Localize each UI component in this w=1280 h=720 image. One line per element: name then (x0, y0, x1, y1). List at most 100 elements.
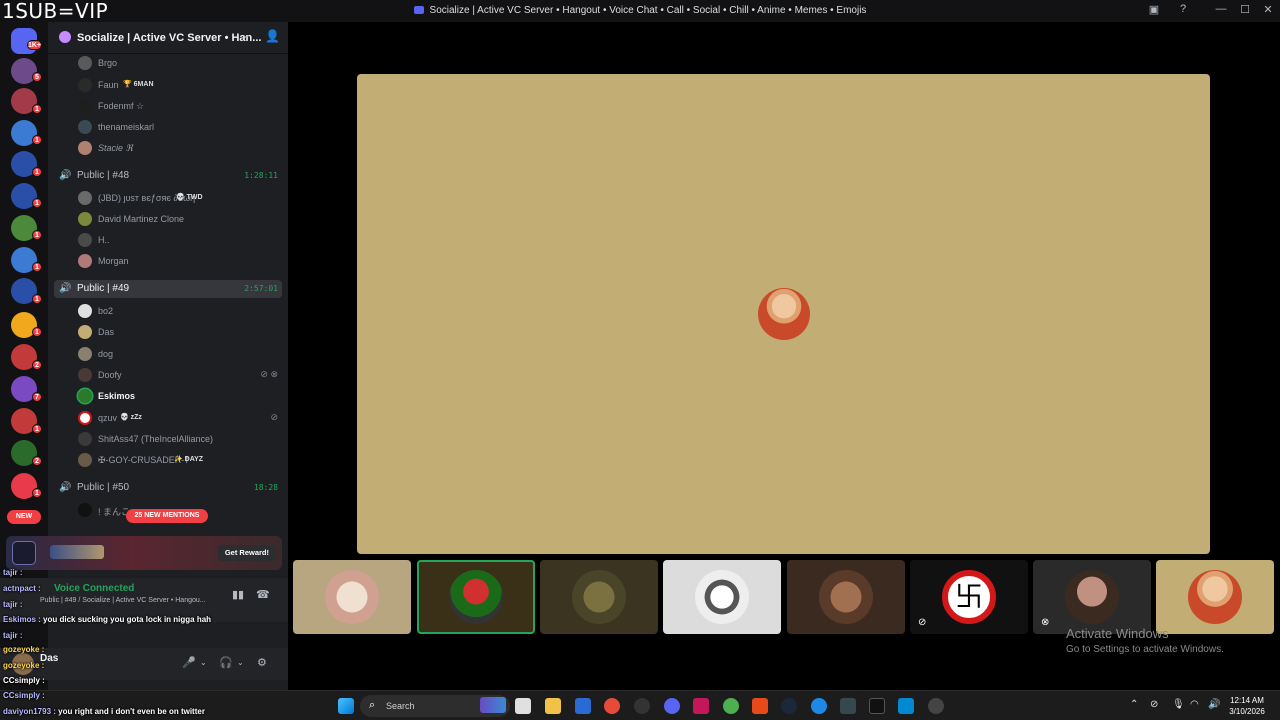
voice-user[interactable]: Stacie ℜ (76, 140, 282, 158)
user-tag: ✨ DAYZ (174, 456, 204, 463)
voice-user[interactable]: dog (76, 346, 282, 364)
participant-tile[interactable] (1156, 560, 1274, 634)
steam-icon[interactable] (781, 698, 797, 714)
maximize-button[interactable]: ☐ (1237, 3, 1253, 16)
new-mentions-pill[interactable]: 25 NEW MENTIONS (126, 509, 208, 523)
muted-icon: ⊘ (270, 412, 278, 422)
voice-user[interactable]: (JBD) ȷυsт вєƒσяє ∂αωη 💀 TWD (76, 190, 282, 208)
voice-user[interactable]: qzuv 💀 zZz ⊘ (76, 410, 282, 428)
voice-user[interactable]: Das (76, 324, 282, 342)
widgets-icon[interactable] (480, 697, 506, 713)
signal-icon[interactable]: ▮▮ (232, 588, 244, 601)
voice-user[interactable]: ShitAss47 (TheIncelAlliance) (76, 431, 282, 449)
voice-user-speaking[interactable]: Eskimos (76, 388, 282, 406)
voice-user[interactable]: Doofy ⊘ ⊗ (76, 367, 282, 385)
avatar (78, 254, 92, 268)
server-badge: 2 (32, 360, 42, 370)
server-badge: 1 (32, 198, 42, 208)
voice-user[interactable]: bo2 (76, 303, 282, 321)
obs-icon[interactable] (634, 698, 650, 714)
terminal-icon[interactable] (869, 698, 885, 714)
inbox-icon[interactable]: ▣ (1146, 3, 1162, 16)
avatar (78, 233, 92, 247)
chevron-down-icon[interactable]: ⌄ (242, 30, 250, 41)
chevron-down-icon[interactable]: ⌄ (237, 658, 244, 667)
voice-channel-49[interactable]: 🔊 Public | #49 2:57:01 (54, 280, 282, 298)
app-icon[interactable] (898, 698, 914, 714)
server-icon (59, 31, 71, 43)
user-panel: Das 🎤 ⌄ 🎧 ⌄ ⚙ (0, 648, 288, 680)
channel-name: Public | #50 (77, 482, 130, 493)
user-tag: 💀 zZz (120, 414, 142, 421)
app-icon[interactable] (928, 698, 944, 714)
participant-tile[interactable]: ⊗ (1033, 560, 1151, 634)
headphones-icon[interactable]: 🎧 (219, 656, 233, 669)
promo-logo (50, 545, 104, 559)
voice-status[interactable]: Voice Connected (54, 583, 134, 594)
username: bo2 (98, 306, 114, 316)
participant-tile[interactable] (293, 560, 411, 634)
participant-tile[interactable]: 卐 ⊘ (910, 560, 1028, 634)
invite-people-icon[interactable]: 👤 (265, 29, 280, 43)
microphone-icon[interactable]: 🎙 (1172, 699, 1185, 710)
voice-user[interactable]: ✠-GOY-CRUSADER-☨ ✨ DAYZ (76, 452, 282, 470)
server-header[interactable]: Socialize | Active VC Server • Han... ⌄ … (48, 22, 288, 54)
username: thenameiskarl (98, 122, 155, 132)
activate-subtext: Go to Settings to activate Windows. (1066, 644, 1224, 655)
speaker-icon: 🔊 (59, 170, 72, 181)
voice-user[interactable]: H.. (76, 232, 282, 250)
taskbar-clock[interactable]: 12:14 AM 3/10/2026 (1224, 695, 1270, 717)
avatar (449, 570, 503, 624)
voice-channel-info[interactable]: Public | #49 / Socialize | Active VC Ser… (40, 597, 206, 604)
voice-channel-50[interactable]: 🔊 Public | #50 18:28 (54, 479, 282, 497)
disconnect-icon[interactable]: ☎ (256, 588, 270, 601)
volume-icon[interactable]: 🔊 (1208, 699, 1220, 710)
app-icon[interactable] (840, 698, 856, 714)
minimize-button[interactable]: — (1213, 3, 1229, 15)
avatar (78, 325, 92, 339)
windows-taskbar: ⌕ Search ⌃ ⊘ 🎙 ◠ 🔊 12:14 AM 3/10/2026 (0, 690, 1280, 720)
tray-chevron-up-icon[interactable]: ⌃ (1130, 699, 1138, 710)
participant-tile[interactable] (540, 560, 658, 634)
edge-icon[interactable] (811, 698, 827, 714)
server-badge: 1 (32, 294, 42, 304)
store-icon[interactable] (575, 698, 591, 714)
voice-channel-48[interactable]: 🔊 Public | #48 1:28:11 (54, 167, 282, 185)
app-icon[interactable] (752, 698, 768, 714)
avatar[interactable] (12, 653, 34, 675)
close-button[interactable]: ✕ (1260, 3, 1276, 16)
promo-image (12, 541, 36, 565)
focused-participant-stage[interactable] (357, 74, 1210, 554)
app-icon[interactable] (693, 698, 709, 714)
voice-user[interactable]: Fodenmf ☆ (76, 98, 282, 116)
network-off-icon[interactable]: ⊘ (1150, 699, 1158, 710)
voice-user[interactable]: Morgan (76, 253, 282, 271)
microphone-icon[interactable]: 🎤 (182, 656, 196, 669)
file-explorer-icon[interactable] (545, 698, 561, 714)
settings-gear-icon[interactable]: ⚙ (257, 656, 267, 669)
new-pill[interactable]: NEW (7, 510, 41, 524)
voice-user[interactable]: thenameiskarl (76, 119, 282, 137)
chevron-down-icon[interactable]: ⌄ (200, 658, 207, 667)
participant-tile[interactable] (663, 560, 781, 634)
start-menu-icon[interactable] (338, 698, 354, 714)
participant-tile[interactable] (787, 560, 905, 634)
avatar (78, 432, 92, 446)
voice-user[interactable]: Brgo (76, 55, 282, 73)
avatar (78, 212, 92, 226)
avatar (78, 368, 92, 382)
participant-tile-speaking[interactable] (417, 560, 535, 634)
promo-banner: Get Reward! (6, 536, 282, 570)
help-icon[interactable]: ? (1175, 3, 1191, 15)
channel-timer: 2:57:01 (244, 284, 278, 293)
discord-icon[interactable] (664, 698, 680, 714)
task-view-icon[interactable] (515, 698, 531, 714)
browser-icon[interactable] (723, 698, 739, 714)
voice-user[interactable]: David Martinez Clone (76, 211, 282, 229)
channel-name: Public | #49 (77, 283, 130, 294)
chrome-icon[interactable] (604, 698, 620, 714)
voice-user[interactable]: Faun 🏆 6MAN (76, 77, 282, 95)
get-reward-button[interactable]: Get Reward! (217, 545, 276, 561)
wifi-icon[interactable]: ◠ (1190, 699, 1199, 710)
speaker-icon: 🔊 (59, 482, 72, 493)
